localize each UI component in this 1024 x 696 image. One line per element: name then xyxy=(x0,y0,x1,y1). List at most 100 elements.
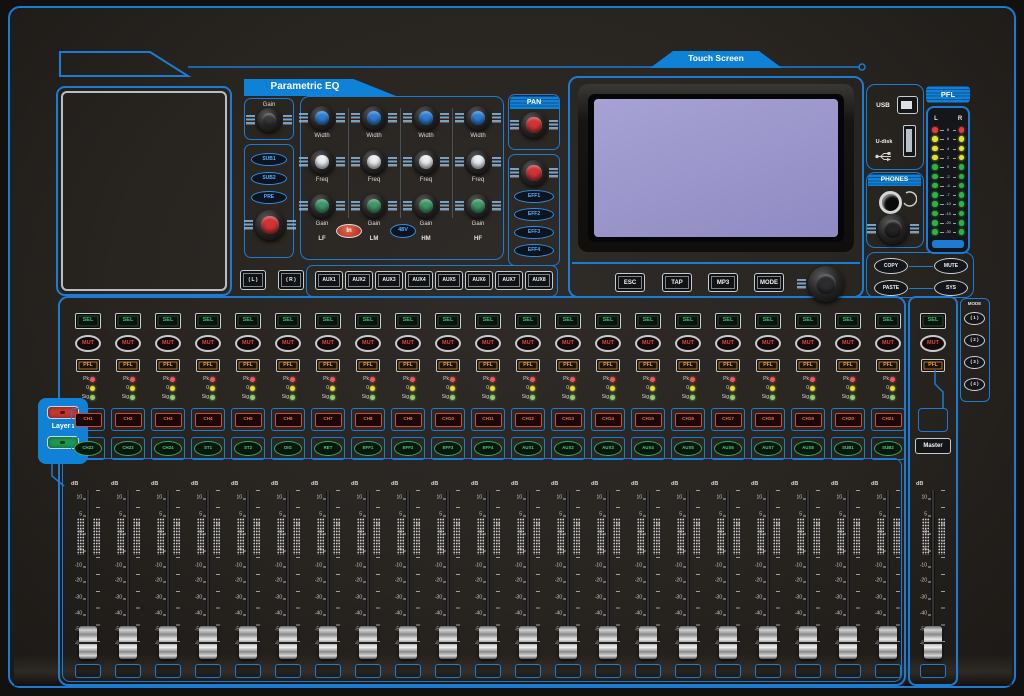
fader-handle[interactable] xyxy=(119,626,137,659)
pfl-button[interactable]: PFL xyxy=(516,359,540,372)
channel-button[interactable]: CH3 xyxy=(155,413,182,427)
mute-button[interactable]: MUT xyxy=(475,335,501,352)
select-button[interactable]: SEL xyxy=(115,313,141,329)
eq-lf-gain-knob[interactable] xyxy=(310,194,334,218)
select-button[interactable]: SEL xyxy=(235,313,261,329)
select-button[interactable]: SEL xyxy=(875,313,901,329)
mute-button[interactable]: MUT xyxy=(595,335,621,352)
aux4-button[interactable]: AUX4 xyxy=(405,271,433,290)
mode-button[interactable]: MODE xyxy=(754,273,784,292)
pfl-button[interactable]: PFL xyxy=(876,359,900,372)
layer2-button[interactable]: SUB1 xyxy=(834,441,862,456)
channel-button[interactable]: CH2 xyxy=(115,413,142,427)
channel-button[interactable]: CH19 xyxy=(795,413,822,427)
layer2-button[interactable]: EFF3 xyxy=(434,441,462,456)
mute-button[interactable]: MUT xyxy=(555,335,581,352)
select-button[interactable]: SEL xyxy=(715,313,741,329)
pfl-button[interactable]: PFL xyxy=(756,359,780,372)
channel-button[interactable]: CH11 xyxy=(475,413,502,427)
layer2-button[interactable]: RET xyxy=(314,441,342,456)
channel-button[interactable]: CH7 xyxy=(315,413,342,427)
channel-button[interactable]: CH5 xyxy=(235,413,262,427)
mute-button[interactable]: MUT xyxy=(795,335,821,352)
select-button[interactable]: SEL xyxy=(795,313,821,329)
mute-button[interactable]: MUT xyxy=(155,335,181,352)
channel-button[interactable]: CH6 xyxy=(275,413,302,427)
mode-3-button[interactable]: ( 3 ) xyxy=(964,356,985,369)
channel-button[interactable]: CH14 xyxy=(595,413,622,427)
eq-lm-freq-knob[interactable] xyxy=(362,150,386,174)
layer2-button[interactable]: AUX2 xyxy=(554,441,582,456)
aux1-button[interactable]: AUX1 xyxy=(315,271,343,290)
eff-send-knob[interactable] xyxy=(521,160,547,186)
eq-sub2-button[interactable]: SUB2 xyxy=(251,172,287,185)
fader-handle[interactable] xyxy=(79,626,97,659)
layer2-button[interactable]: AUX4 xyxy=(634,441,662,456)
eq-in-button[interactable]: In xyxy=(336,224,362,238)
layer2-button[interactable]: AUX3 xyxy=(594,441,622,456)
mute-button[interactable]: MUT xyxy=(875,335,901,352)
phantom-48v-button[interactable]: 48V xyxy=(390,224,416,238)
mute-button[interactable]: MUT xyxy=(395,335,421,352)
mode-2-button[interactable]: ( 2 ) xyxy=(964,334,985,347)
select-button[interactable]: SEL xyxy=(835,313,861,329)
eq-lf-width-knob[interactable] xyxy=(310,106,334,130)
channel-button[interactable]: CH8 xyxy=(355,413,382,427)
mute-button[interactable]: MUT xyxy=(315,335,341,352)
eq-hm-gain-knob[interactable] xyxy=(414,194,438,218)
select-button[interactable]: SEL xyxy=(395,313,421,329)
layer2-button[interactable]: AUX6 xyxy=(714,441,742,456)
mute-button[interactable]: MUT xyxy=(235,335,261,352)
fader-handle[interactable] xyxy=(799,626,817,659)
channel-button[interactable]: CH12 xyxy=(515,413,542,427)
data-wheel[interactable] xyxy=(808,266,844,302)
select-button[interactable]: SEL xyxy=(155,313,181,329)
esc-button[interactable]: ESC xyxy=(615,273,645,292)
pan-knob[interactable] xyxy=(521,112,547,138)
mute-button[interactable]: MUT xyxy=(515,335,541,352)
eff1-button[interactable]: EFF1 xyxy=(514,190,554,203)
mute-button[interactable]: MUT xyxy=(275,335,301,352)
pfl-button[interactable]: PFL xyxy=(596,359,620,372)
copy-button[interactable]: COPY xyxy=(874,258,908,274)
select-button[interactable]: SEL xyxy=(675,313,701,329)
eq-sub1-button[interactable]: SUB1 xyxy=(251,153,287,166)
fader-handle[interactable] xyxy=(479,626,497,659)
layer2-button[interactable]: ST2 xyxy=(234,441,262,456)
select-button[interactable]: SEL xyxy=(555,313,581,329)
pfl-button[interactable]: PFL xyxy=(836,359,860,372)
layer2-button[interactable]: AUX8 xyxy=(794,441,822,456)
eq-hm-width-knob[interactable] xyxy=(414,106,438,130)
sys-button[interactable]: SYS xyxy=(934,280,968,296)
layer2-button[interactable]: EFF2 xyxy=(394,441,422,456)
mute-button[interactable]: MUT xyxy=(355,335,381,352)
pfl-button[interactable]: PFL xyxy=(356,359,380,372)
main-r-button[interactable]: ( R ) xyxy=(278,270,304,290)
layer2-button[interactable]: EFF4 xyxy=(474,441,502,456)
touch-screen[interactable] xyxy=(594,99,838,237)
pfl-button[interactable]: PFL xyxy=(236,359,260,372)
layer2-button[interactable]: ST1 xyxy=(194,441,222,456)
mute-button[interactable]: MUT xyxy=(115,335,141,352)
mute-button[interactable]: MUTE xyxy=(934,258,968,274)
channel-button[interactable]: CH17 xyxy=(715,413,742,427)
select-button[interactable]: SEL xyxy=(75,313,101,329)
fader-handle[interactable] xyxy=(239,626,257,659)
mute-button[interactable]: MUT xyxy=(920,335,946,352)
channel-button[interactable]: CH13 xyxy=(555,413,582,427)
pfl-button[interactable]: PFL xyxy=(396,359,420,372)
fader-handle[interactable] xyxy=(559,626,577,659)
fader-handle[interactable] xyxy=(159,626,177,659)
fader-handle[interactable] xyxy=(599,626,617,659)
usb-b-port[interactable] xyxy=(897,96,918,114)
mode-4-button[interactable]: ( 4 ) xyxy=(964,378,985,391)
fader-handle[interactable] xyxy=(924,626,942,659)
select-button[interactable]: SEL xyxy=(515,313,541,329)
select-button[interactable]: SEL xyxy=(475,313,501,329)
select-button[interactable]: SEL xyxy=(195,313,221,329)
pfl-button[interactable]: PFL xyxy=(716,359,740,372)
pfl-button[interactable]: PFL xyxy=(116,359,140,372)
main-l-button[interactable]: ( L ) xyxy=(240,270,266,290)
channel-button[interactable]: CH16 xyxy=(675,413,702,427)
eff3-button[interactable]: EFF3 xyxy=(514,226,554,239)
